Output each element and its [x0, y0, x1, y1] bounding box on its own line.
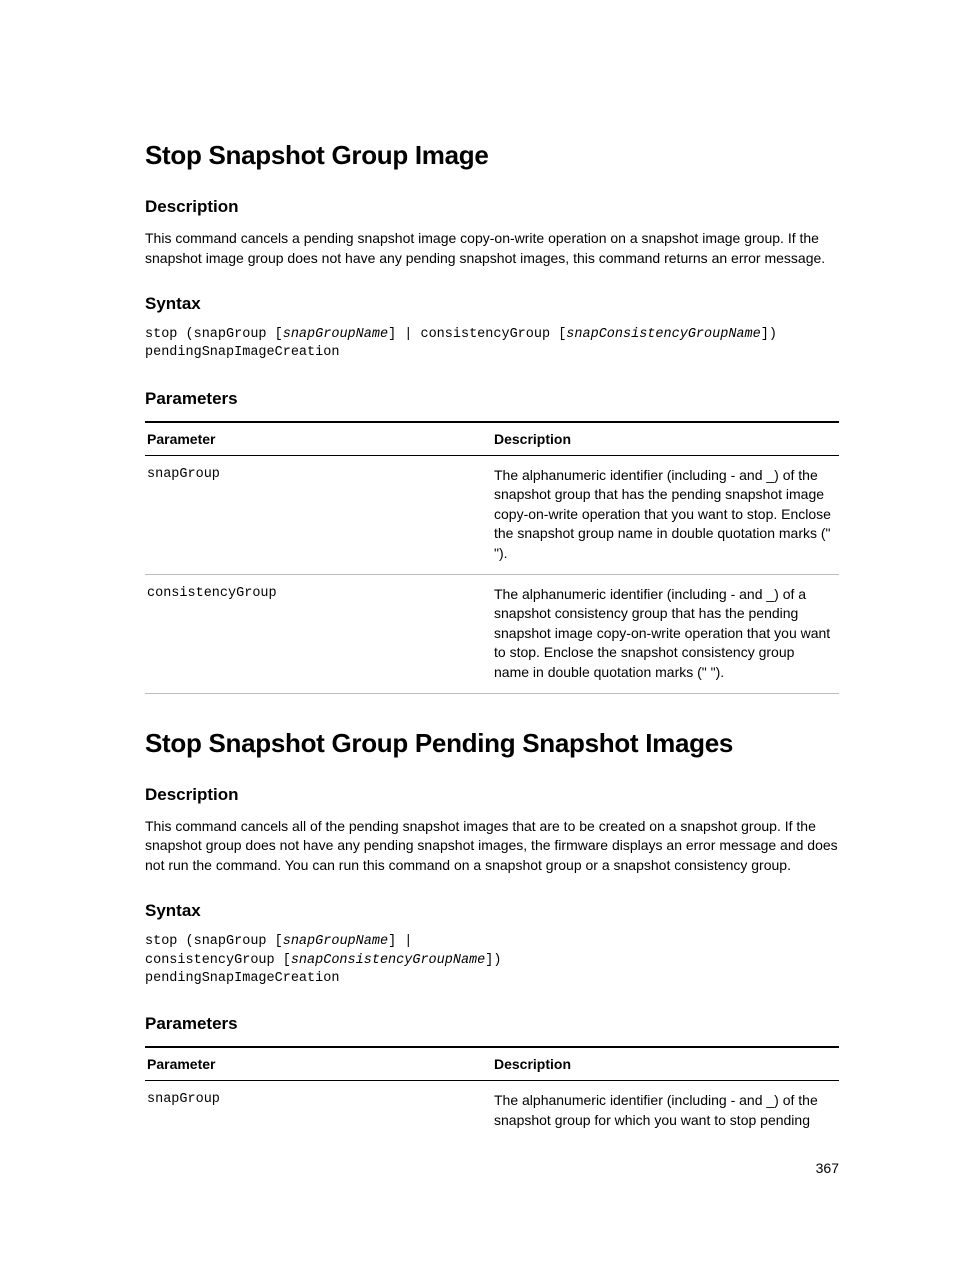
table-header-row: Parameter Description: [145, 1047, 839, 1081]
table-header-row: Parameter Description: [145, 422, 839, 456]
section2-description-body: This command cancels all of the pending …: [145, 817, 839, 876]
code-text: ]): [761, 327, 777, 342]
table-row: snapGroup The alphanumeric identifier (i…: [145, 1081, 839, 1141]
code-text: pendingSnapImageCreation: [145, 345, 339, 360]
code-text: ]): [485, 953, 501, 968]
section2-syntax-heading: Syntax: [145, 901, 839, 921]
param-name: snapGroup: [145, 455, 492, 574]
code-text: ] |: [388, 934, 412, 949]
page: Stop Snapshot Group Image Description Th…: [0, 0, 954, 1268]
section1-syntax-code: stop (snapGroup [snapGroupName] | consis…: [145, 326, 839, 362]
section1-description-body: This command cancels a pending snapshot …: [145, 229, 839, 268]
param-desc: The alphanumeric identifier (including -…: [492, 574, 839, 693]
code-text: stop (snapGroup [: [145, 327, 283, 342]
section2-title: Stop Snapshot Group Pending Snapshot Ima…: [145, 728, 839, 759]
col-header-description: Description: [492, 422, 839, 456]
code-var: snapConsistencyGroupName: [291, 953, 485, 968]
param-desc: The alphanumeric identifier (including -…: [492, 1081, 839, 1141]
param-desc: The alphanumeric identifier (including -…: [492, 455, 839, 574]
code-var: snapGroupName: [283, 934, 388, 949]
col-header-description: Description: [492, 1047, 839, 1081]
section2-description-heading: Description: [145, 785, 839, 805]
param-name: consistencyGroup: [145, 574, 492, 693]
section2-syntax-code: stop (snapGroup [snapGroupName] | consis…: [145, 933, 839, 988]
table-row: consistencyGroup The alphanumeric identi…: [145, 574, 839, 693]
section2-parameters-heading: Parameters: [145, 1014, 839, 1034]
section1-parameters-heading: Parameters: [145, 389, 839, 409]
code-text: pendingSnapImageCreation: [145, 971, 339, 986]
section1-parameters-table: Parameter Description snapGroup The alph…: [145, 421, 839, 694]
code-text: stop (snapGroup [: [145, 934, 283, 949]
col-header-parameter: Parameter: [145, 1047, 492, 1081]
col-header-parameter: Parameter: [145, 422, 492, 456]
section1-title: Stop Snapshot Group Image: [145, 140, 839, 171]
code-text: ] | consistencyGroup [: [388, 327, 566, 342]
table-row: snapGroup The alphanumeric identifier (i…: [145, 455, 839, 574]
section1-syntax-heading: Syntax: [145, 294, 839, 314]
code-var: snapGroupName: [283, 327, 388, 342]
code-var: snapConsistencyGroupName: [566, 327, 760, 342]
section2-parameters-table: Parameter Description snapGroup The alph…: [145, 1046, 839, 1140]
section1-description-heading: Description: [145, 197, 839, 217]
param-name: snapGroup: [145, 1081, 492, 1141]
code-text: consistencyGroup [: [145, 953, 291, 968]
page-number: 367: [816, 1160, 839, 1176]
